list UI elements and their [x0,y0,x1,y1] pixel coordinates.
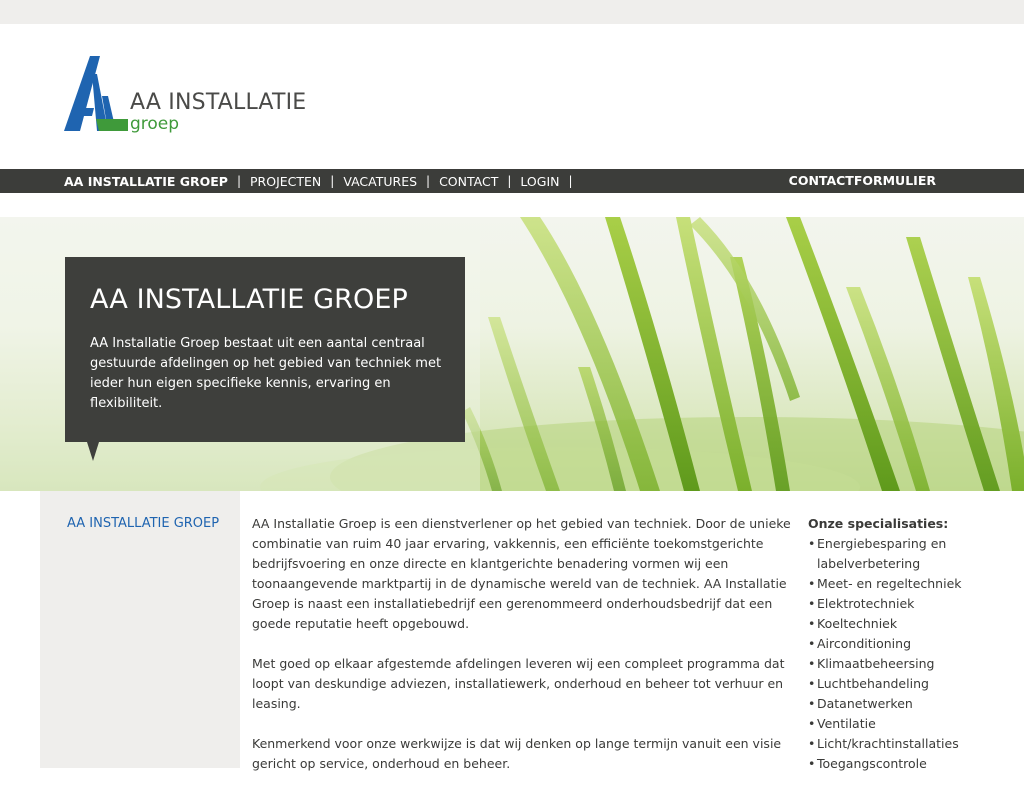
contactformulier-link[interactable]: CONTACTFORMULIER [789,169,936,193]
hero-title: AA INSTALLATIE GROEP [90,284,408,315]
paragraph: Met goed op elkaar afgestemde afdelingen… [252,656,785,711]
nav-item-contact[interactable]: CONTACT [439,174,498,189]
list-item: Ventilatie [808,714,1008,734]
list-item: Licht/krachtinstallaties [808,734,1008,754]
nav-separator: | [330,174,335,188]
list-item: Luchtbehandeling [808,674,1008,694]
nav-separator: | [507,174,512,188]
logo-title: AA INSTALLATIE [130,90,307,115]
list-item: Meet- en regeltechniek [808,574,1008,594]
list-item: Airconditioning [808,634,1008,654]
list-item: Koeltechniek [808,614,1008,634]
specialisaties-title: Onze specialisaties: [808,516,949,531]
paragraph: AA Installatie Groep is een dienstverlen… [252,516,791,631]
hero-banner: AA INSTALLATIE GROEP AA Installatie Groe… [0,217,1024,491]
nav-menu: AA INSTALLATIE GROEP | PROJECTEN | VACAT… [64,169,582,193]
main-content: AA Installatie Groep is een dienstverlen… [252,514,802,794]
nav-item-aa-installatie-groep[interactable]: AA INSTALLATIE GROEP [64,174,228,189]
nav-separator: | [426,174,431,188]
sidebar: AA INSTALLATIE GROEP [40,491,240,768]
hero-text: AA Installatie Groep bestaat uit een aan… [90,336,442,411]
specialisaties-list: Onze specialisaties: Energiebesparing en… [808,514,1008,774]
logo-subtitle: groep [130,114,180,134]
hero-intro-box: AA INSTALLATIE GROEP AA Installatie Groe… [65,257,465,461]
nav-item-login[interactable]: LOGIN [520,174,559,189]
site-logo[interactable]: AA INSTALLATIE groep [64,56,334,136]
nav-separator: | [568,174,573,188]
nav-separator: | [236,174,242,188]
list-item: Energiebesparing en labelverbetering [808,534,1008,574]
aa-logo-icon [64,56,128,131]
list-item: Datanetwerken [808,694,1008,714]
main-navigation: AA INSTALLATIE GROEP | PROJECTEN | VACAT… [0,169,1024,193]
list-item: Elektrotechniek [808,594,1008,614]
list-item: Toegangscontrole [808,754,1008,774]
top-strip [0,0,1024,24]
nav-item-vacatures[interactable]: VACATURES [343,174,417,189]
paragraph: Kenmerkend voor onze werkwijze is dat wi… [252,736,782,771]
list-item: Klimaatbeheersing [808,654,1008,674]
sidebar-link-aa-installatie-groep[interactable]: AA INSTALLATIE GROEP [67,516,219,531]
nav-item-projecten[interactable]: PROJECTEN [250,174,321,189]
